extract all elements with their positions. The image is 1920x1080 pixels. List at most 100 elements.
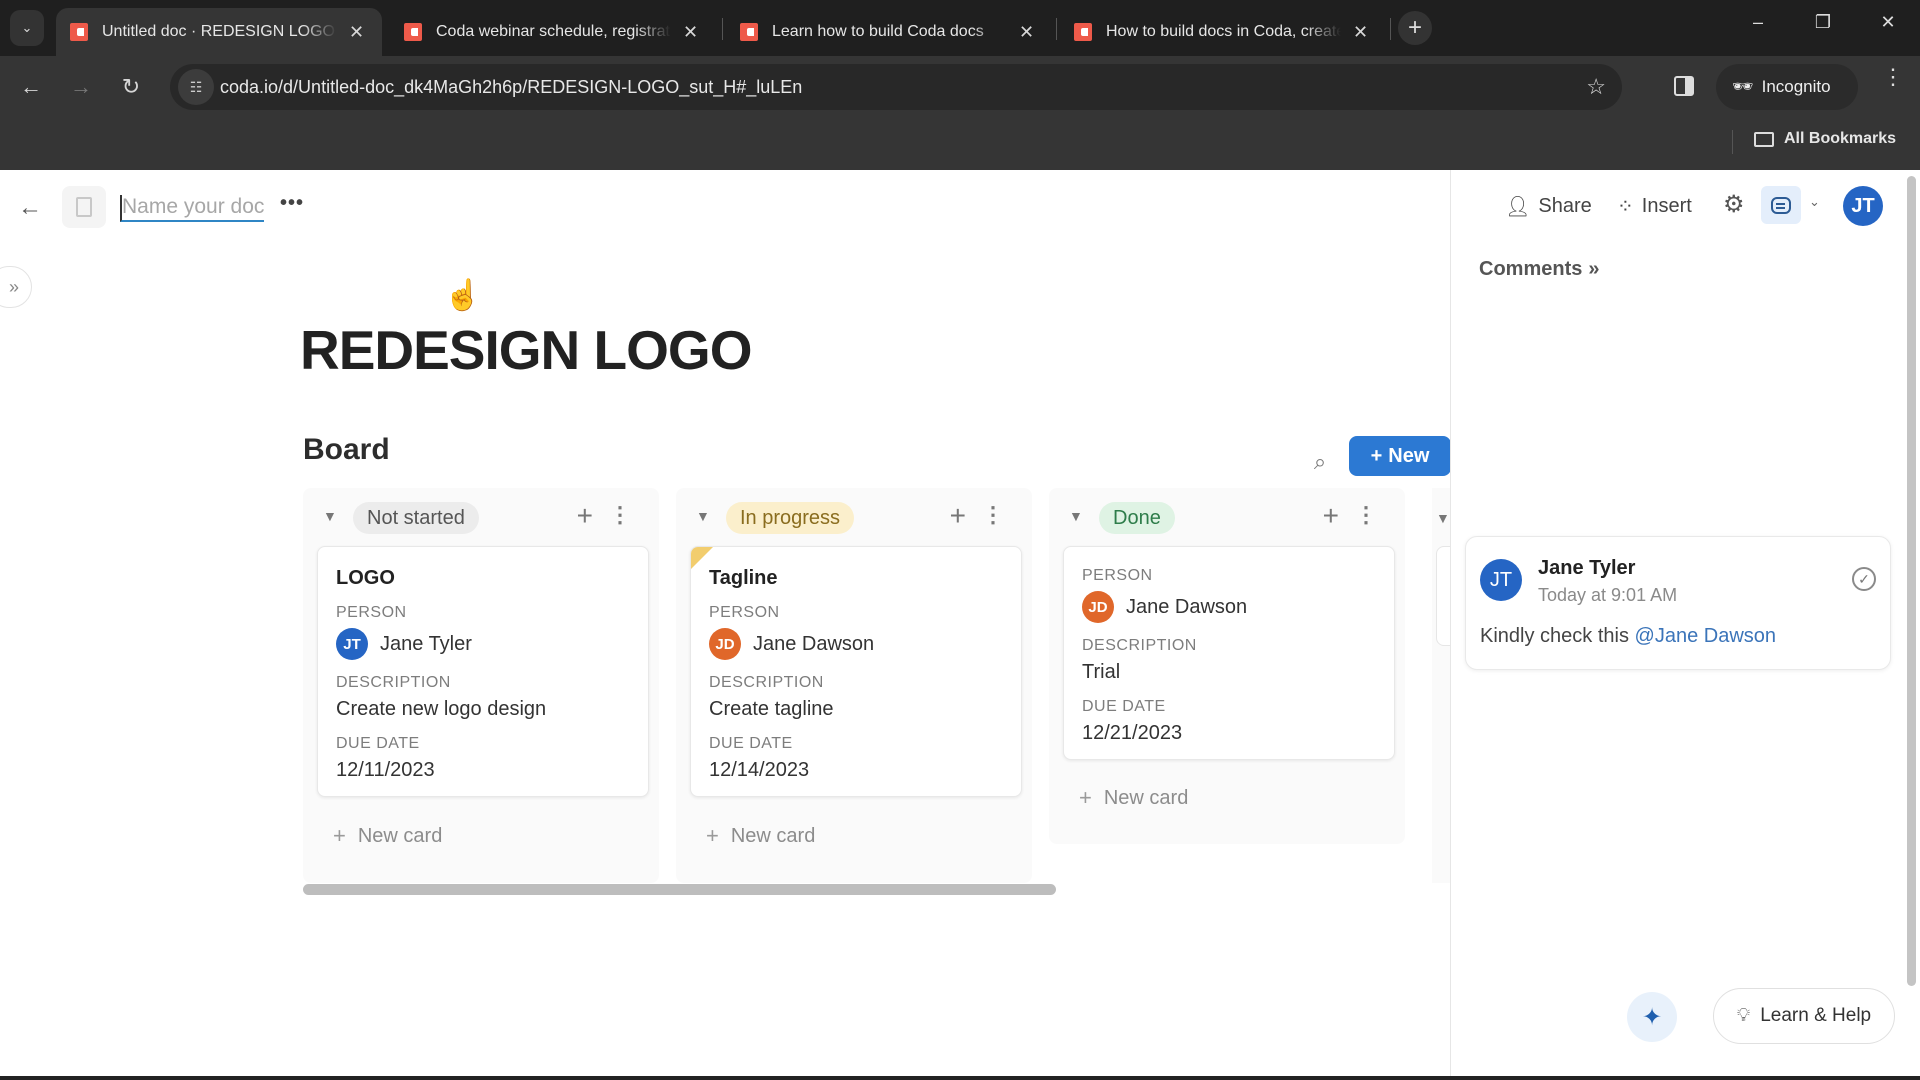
person-field: JD Jane Dawson — [1082, 591, 1376, 623]
tab-learn-coda[interactable]: Learn how to build Coda docs ✕ — [726, 8, 1052, 56]
column-header: ▼ In progress + ⋮ — [676, 488, 1032, 546]
insert-grid-icon: ⁘ — [1617, 196, 1634, 218]
reload-button[interactable]: ↻ — [114, 70, 148, 104]
board-card[interactable]: LOGO PERSON JT Jane Tyler DESCRIPTION Cr… — [317, 546, 649, 797]
status-badge: Not started — [353, 502, 479, 534]
board-card[interactable]: Tagline PERSON JD Jane Dawson DESCRIPTIO… — [690, 546, 1022, 797]
avatar: JT — [1480, 559, 1522, 601]
tab-separator — [1390, 18, 1391, 40]
doc-more-options-icon[interactable]: ••• — [280, 192, 304, 215]
due-date-value: 12/11/2023 — [336, 759, 435, 781]
tab-build-docs[interactable]: How to build docs in Coda, create ✕ — [1060, 8, 1386, 56]
sparkle-icon: ✦ — [1641, 1003, 1663, 1031]
tab-title: Coda webinar schedule, registration — [436, 23, 671, 40]
insert-button[interactable]: ⁘ Insert — [1617, 194, 1692, 219]
divider — [1732, 130, 1733, 154]
tab-coda-webinar[interactable]: Coda webinar schedule, registration ✕ — [390, 8, 716, 56]
collapse-caret-icon[interactable]: ▼ — [696, 508, 710, 524]
column-menu-icon[interactable]: ⋮ — [1355, 502, 1377, 528]
browser-menu-icon[interactable]: ⋮ — [1882, 66, 1904, 88]
incognito-indicator[interactable]: 🕶 Incognito — [1716, 64, 1858, 110]
board-column-not-started: ▼ Not started + ⋮ LOGO PERSON JT Jane Ty… — [303, 488, 659, 883]
new-card-link[interactable]: + New card — [303, 797, 659, 875]
new-card-button[interactable]: + New — [1349, 436, 1451, 476]
column-menu-icon[interactable]: ⋮ — [609, 502, 631, 528]
board-search-icon[interactable]: ⌕ — [1302, 444, 1338, 480]
learn-help-button[interactable]: 💡︎ Learn & Help — [1713, 988, 1895, 1044]
ai-sparkle-button[interactable]: ✦ — [1627, 992, 1677, 1042]
avatar: JT — [336, 628, 368, 660]
mention-link[interactable]: @Jane Dawson — [1635, 625, 1776, 647]
close-icon[interactable]: ✕ — [1019, 22, 1034, 43]
new-card-label: New card — [730, 824, 816, 847]
close-window-button[interactable]: ✕ — [1868, 12, 1908, 33]
all-bookmarks-button[interactable]: All Bookmarks — [1754, 130, 1896, 148]
field-label: PERSON — [709, 604, 780, 621]
close-icon[interactable]: ✕ — [683, 22, 698, 43]
back-arrow-icon[interactable]: ← — [18, 194, 42, 222]
board-card[interactable]: PERSON JD Jane Dawson DESCRIPTION Trial … — [1063, 546, 1395, 760]
chevron-down-icon: ⌄ — [21, 20, 33, 35]
url-text[interactable]: coda.io/d/Untitled-doc_dk4MaGh2h6p/REDES… — [220, 77, 802, 98]
resolve-check-icon[interactable]: ✓ — [1852, 567, 1876, 591]
new-button-label: New — [1388, 444, 1430, 467]
card-title: LOGO — [336, 567, 395, 589]
share-label: Share — [1538, 195, 1592, 217]
due-date-value: 12/14/2023 — [709, 759, 810, 781]
forward-button[interactable]: → — [64, 70, 98, 104]
restore-button[interactable]: ❐ — [1803, 12, 1843, 33]
document-icon — [76, 197, 92, 217]
taskbar-edge — [0, 1076, 1920, 1080]
expand-sidebar-button[interactable]: » — [0, 266, 32, 308]
doc-name-input[interactable]: Name your doc — [120, 195, 265, 222]
comment-body: Kindly check this @Jane Dawson — [1480, 625, 1776, 648]
column-menu-icon[interactable]: ⋮ — [982, 502, 1004, 528]
card-color-corner — [691, 547, 713, 569]
add-card-icon[interactable]: + — [1323, 500, 1339, 532]
new-card-link[interactable]: + New card — [1049, 760, 1405, 836]
doc-icon-button[interactable] — [62, 186, 106, 228]
plus-icon: + — [1407, 14, 1422, 41]
incognito-label: Incognito — [1761, 77, 1831, 96]
board-card[interactable] — [1436, 546, 1450, 646]
close-icon[interactable]: ✕ — [1353, 22, 1368, 43]
chevron-down-icon[interactable]: ⌄ — [1809, 194, 1820, 210]
tab-title: Untitled doc · REDESIGN LOGO — [102, 23, 335, 40]
back-button[interactable]: ← — [14, 70, 48, 104]
collapse-caret-icon[interactable]: ▼ — [1436, 510, 1450, 526]
new-card-label: New card — [1103, 786, 1189, 809]
new-tab-button[interactable]: + — [1398, 11, 1432, 45]
new-card-link[interactable]: + New card — [676, 797, 1032, 875]
incognito-icon: 🕶 — [1732, 77, 1754, 96]
site-info-icon[interactable]: ☷ — [178, 69, 214, 105]
tab-untitled-doc[interactable]: Untitled doc · REDESIGN LOGO ✕ — [56, 8, 382, 56]
user-avatar[interactable]: JT — [1843, 186, 1883, 226]
board-horizontal-scrollbar[interactable] — [303, 884, 1056, 895]
comment-icon — [1771, 196, 1791, 214]
avatar: JD — [709, 628, 741, 660]
side-panel-icon[interactable] — [1674, 76, 1694, 96]
share-button[interactable]: 👤︎ Share — [1505, 194, 1592, 219]
field-label: DESCRIPTION — [709, 674, 824, 691]
tab-search-button[interactable]: ⌄ — [10, 10, 44, 46]
bookmark-star-icon[interactable]: ☆ — [1586, 74, 1606, 100]
minimize-button[interactable]: – — [1738, 12, 1778, 33]
add-card-icon[interactable]: + — [577, 500, 593, 532]
collapse-caret-icon[interactable]: ▼ — [1069, 508, 1083, 524]
close-icon[interactable]: ✕ — [349, 22, 364, 43]
panel-scrollbar[interactable] — [1907, 176, 1916, 986]
comments-toggle-button[interactable] — [1761, 186, 1801, 224]
address-bar[interactable]: ☷ coda.io/d/Untitled-doc_dk4MaGh2h6p/RED… — [170, 64, 1622, 110]
collapse-caret-icon[interactable]: ▼ — [323, 508, 337, 524]
person-name: Jane Dawson — [1126, 595, 1248, 618]
gear-icon[interactable]: ⚙ — [1723, 190, 1745, 219]
field-label: DESCRIPTION — [336, 674, 451, 691]
column-header: ▼ Done + ⋮ — [1049, 488, 1405, 546]
comment-text: Kindly check this — [1480, 625, 1629, 647]
comment-card[interactable]: JT Jane Tyler Today at 9:01 AM ✓ Kindly … — [1465, 536, 1891, 670]
field-label: PERSON — [336, 604, 407, 621]
add-card-icon[interactable]: + — [950, 500, 966, 532]
person-name: Jane Tyler — [380, 632, 472, 655]
comments-header[interactable]: Comments » — [1479, 258, 1599, 281]
card-title: Tagline — [709, 567, 778, 589]
